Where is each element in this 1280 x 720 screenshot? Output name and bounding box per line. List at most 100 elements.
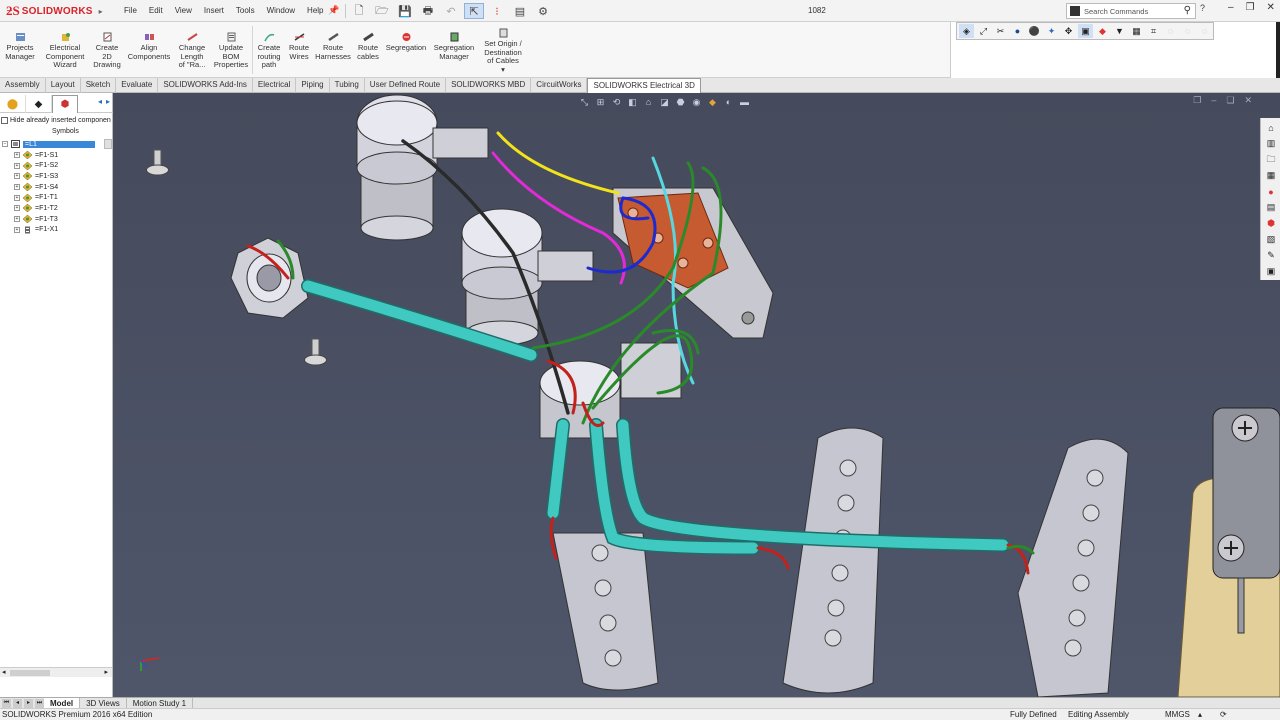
- scroll-right-icon[interactable]: ▸: [106, 97, 110, 106]
- options-gear-icon[interactable]: ⚙: [533, 3, 553, 19]
- property-manager-tab-icon[interactable]: ◆: [26, 95, 52, 113]
- tab-layout[interactable]: Layout: [46, 78, 81, 93]
- tree-vertical-scrollbar[interactable]: [104, 139, 112, 149]
- tab-solidworks-add-ins[interactable]: SOLIDWORKS Add-Ins: [158, 78, 253, 93]
- electrical-3d-tab-icon[interactable]: ⬢: [52, 95, 78, 113]
- forum-icon[interactable]: ✎: [1264, 249, 1278, 262]
- graphics-viewport[interactable]: ⤡ ⊞ ⟲ ◧ ⌂ ◪ ⬣ ◉ ◆ ◐ ▬ ❐ – ❏ ✕: [113, 93, 1280, 697]
- projects-manager-button[interactable]: Projects Manager: [4, 32, 36, 61]
- tab-solidworks-mbd[interactable]: SOLIDWORKS MBD: [446, 78, 532, 93]
- solidworks-resources-icon[interactable]: ⌂: [1264, 121, 1278, 134]
- next-tab-icon[interactable]: ▸: [24, 698, 33, 708]
- search-commands-input[interactable]: Search Commands ⚲: [1066, 3, 1196, 19]
- set-origin-destination-button[interactable]: Set Origin / Destination of Cables ▾: [480, 28, 526, 74]
- tree-item[interactable]: + =F1-S1: [2, 150, 102, 161]
- search-scope-icon[interactable]: [1070, 6, 1080, 16]
- collapse-icon[interactable]: −: [2, 141, 8, 148]
- customize-status-icon[interactable]: ⟳: [1220, 710, 1227, 719]
- expand-icon[interactable]: +: [14, 162, 20, 169]
- expand-icon[interactable]: +: [14, 152, 20, 159]
- create-routing-path-button[interactable]: Create routing path: [254, 32, 284, 70]
- menu-window[interactable]: Window: [261, 6, 301, 15]
- scrollbar-thumb[interactable]: [10, 670, 50, 676]
- library-icon[interactable]: ▧: [1264, 233, 1278, 246]
- view-settings-icon[interactable]: ▣: [1078, 24, 1093, 38]
- expand-icon[interactable]: +: [14, 194, 20, 201]
- viewport-restore-icon[interactable]: ❐: [1193, 95, 1201, 106]
- units-selector[interactable]: MMGS: [1165, 710, 1190, 719]
- expand-icon[interactable]: +: [14, 184, 20, 191]
- tree-item[interactable]: + =F1-T3: [2, 214, 102, 225]
- minimize-icon[interactable]: –: [1228, 2, 1234, 13]
- maximize-icon[interactable]: ❐: [1246, 2, 1255, 13]
- expand-icon[interactable]: +: [14, 216, 20, 223]
- display-style-icon[interactable]: ⬣: [674, 96, 687, 108]
- select-pointer-icon[interactable]: ⇱: [464, 3, 484, 19]
- section-view-icon[interactable]: ◧: [626, 96, 639, 108]
- layers-icon[interactable]: ◌: [1197, 24, 1212, 38]
- search-icon[interactable]: ⚲: [1184, 5, 1191, 16]
- last-tab-icon[interactable]: ⏭: [35, 698, 44, 708]
- tree-item[interactable]: + =F1-S4: [2, 182, 102, 193]
- save-icon[interactable]: 💾: [395, 3, 415, 19]
- tab-assembly[interactable]: Assembly: [0, 78, 46, 93]
- realview-icon[interactable]: ◆: [1095, 24, 1110, 38]
- tab-tubing[interactable]: Tubing: [330, 78, 365, 93]
- rebuild-traffic-light-icon[interactable]: ⁝: [487, 3, 507, 19]
- feature-manager-tab-icon[interactable]: ⬤: [0, 95, 26, 113]
- tab-solidworks-electrical-3d[interactable]: SOLIDWORKS Electrical 3D: [587, 78, 701, 93]
- scroll-right-arrow-icon[interactable]: ▸: [104, 668, 108, 676]
- view-orientation-icon[interactable]: ◪: [658, 96, 671, 108]
- camera-icon[interactable]: ◌: [1163, 24, 1178, 38]
- first-tab-icon[interactable]: ⏮: [2, 698, 11, 708]
- checkbox-box[interactable]: [1, 117, 8, 124]
- tab-electrical[interactable]: Electrical: [253, 78, 297, 93]
- expand-icon[interactable]: +: [14, 173, 20, 180]
- tab-evaluate[interactable]: Evaluate: [116, 78, 159, 93]
- ambient-occlusion-icon[interactable]: ◌: [1180, 24, 1195, 38]
- section-view-icon[interactable]: ✂: [993, 24, 1008, 38]
- tab-model[interactable]: Model: [44, 697, 81, 709]
- view-orientation-icon[interactable]: ◈: [959, 24, 974, 38]
- tree-item[interactable]: + =F1-T1: [2, 192, 102, 203]
- electrical-component-wizard-button[interactable]: Electrical Component Wizard: [42, 32, 88, 70]
- cartoon-icon[interactable]: ⌗: [1146, 24, 1161, 38]
- tree-horizontal-scrollbar[interactable]: ◂ ▸: [0, 667, 112, 677]
- file-explorer-icon[interactable]: 🗀: [1264, 153, 1278, 166]
- menu-view[interactable]: View: [169, 6, 198, 15]
- route-cables-button[interactable]: Route cables: [354, 32, 382, 61]
- scroll-left-icon[interactable]: ◂: [98, 97, 102, 106]
- dynamic-annotation-icon[interactable]: ⌂: [642, 96, 655, 108]
- edit-appearance-icon[interactable]: ◆: [706, 96, 719, 108]
- viewport-minimize-icon[interactable]: –: [1211, 95, 1216, 106]
- viewport-tile-icon[interactable]: ❏: [1226, 95, 1234, 106]
- hide-show-icon[interactable]: ⚫: [1027, 24, 1042, 38]
- tree-root[interactable]: − =L1: [2, 139, 102, 150]
- create-2d-drawing-button[interactable]: Create 2D Drawing: [90, 32, 124, 70]
- display-style-icon[interactable]: ●: [1010, 24, 1025, 38]
- tree-item[interactable]: + =F1-T2: [2, 203, 102, 214]
- units-dropdown-icon[interactable]: ▴: [1198, 710, 1202, 719]
- align-components-button[interactable]: Align Components: [126, 32, 172, 61]
- electrical-3d-icon[interactable]: ⬢: [1264, 217, 1278, 230]
- expand-icon[interactable]: +: [14, 226, 20, 233]
- expand-icon[interactable]: +: [14, 205, 20, 212]
- zoom-to-area-icon[interactable]: ⊞: [594, 96, 607, 108]
- menu-file[interactable]: File: [118, 6, 143, 15]
- design-library-icon[interactable]: ▥: [1264, 137, 1278, 150]
- scroll-left-arrow-icon[interactable]: ◂: [2, 668, 6, 676]
- prev-tab-icon[interactable]: ◂: [13, 698, 22, 708]
- route-wires-button[interactable]: Route Wires: [286, 32, 312, 61]
- perspective-icon[interactable]: ▦: [1129, 24, 1144, 38]
- custom-properties-icon[interactable]: ▤: [1264, 201, 1278, 214]
- shadows-icon[interactable]: ▼: [1112, 24, 1127, 38]
- menu-edit[interactable]: Edit: [143, 6, 169, 15]
- menu-insert[interactable]: Insert: [198, 6, 230, 15]
- hide-show-items-icon[interactable]: ◉: [690, 96, 703, 108]
- route-harnesses-button[interactable]: Route Harnesses: [314, 32, 352, 61]
- close-icon[interactable]: ✕: [1267, 2, 1275, 13]
- tab-circuitworks[interactable]: CircuitWorks: [531, 78, 588, 93]
- menu-tools[interactable]: Tools: [230, 6, 261, 15]
- hide-inserted-checkbox[interactable]: Hide already inserted componen: [1, 117, 111, 124]
- undo-icon[interactable]: ↶: [441, 3, 461, 19]
